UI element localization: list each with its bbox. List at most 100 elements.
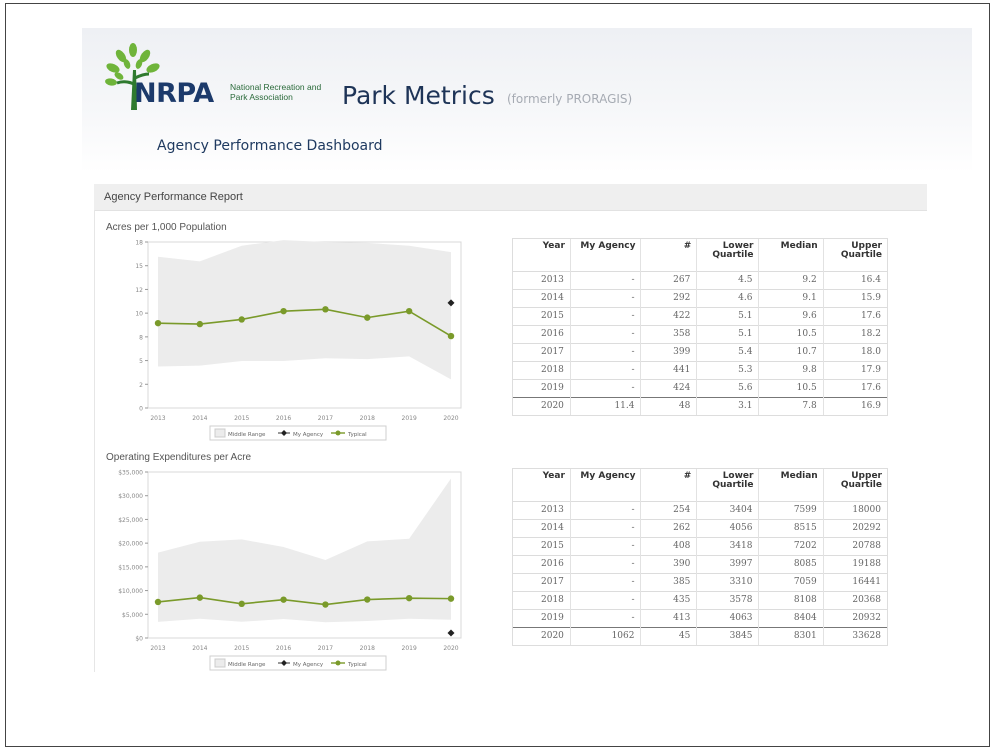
table-cell: 5.1: [696, 324, 759, 343]
table-cell: -: [569, 518, 641, 537]
table-row: 2016-390 3997 8085 19188: [513, 554, 887, 573]
table-row: 2018-441 5.3 9.8 17.9: [513, 360, 887, 379]
table-cell: 267: [640, 270, 697, 289]
y-tick-label: $35,000: [118, 470, 143, 477]
table-cell: 11.4: [569, 396, 641, 415]
table-cell: 2018: [513, 360, 571, 379]
table-cell: 3997: [696, 554, 759, 573]
table-cell: 2017: [513, 572, 571, 591]
col-upper-quartile: Upper Quartile: [822, 469, 887, 501]
table-cell: 2015: [513, 536, 571, 555]
table-cell: 2015: [513, 306, 571, 325]
table-cell: 2020: [513, 396, 571, 415]
table-cell: 2016: [513, 554, 571, 573]
x-tick-label: 2014: [192, 645, 207, 652]
table-cell: 17.9: [822, 360, 887, 379]
table-row: 2019-413 4063 8404 20932: [513, 608, 887, 627]
table-cell: 10.5: [758, 378, 824, 397]
report-title: Agency Performance Report: [104, 191, 243, 203]
x-tick-label: 2015: [234, 645, 249, 652]
acres-table-container: Year My Agency # Lower Quartile Median U…: [512, 238, 888, 416]
table-cell: 9.6: [758, 306, 824, 325]
table-cell: -: [569, 324, 641, 343]
x-tick-label: 2018: [360, 415, 375, 422]
table-cell: 20292: [822, 518, 887, 537]
x-tick-label: 2018: [360, 645, 375, 652]
table-cell: 48: [640, 396, 697, 415]
typical-point: [154, 598, 162, 606]
table-cell: 441: [640, 360, 697, 379]
app-subtitle: (formerly PRORAGIS): [507, 92, 633, 106]
typical-point: [447, 595, 455, 602]
chart-legend: Middle Range My Agency Typical: [209, 655, 387, 671]
table-cell: 3310: [696, 572, 759, 591]
legend-typical-marker: [335, 430, 341, 436]
table-cell: 3845: [696, 626, 759, 645]
table-cell: -: [569, 554, 641, 573]
table-cell: -: [569, 378, 641, 397]
expenditures-table-container: Year My Agency # Lower Quartile Median U…: [512, 468, 888, 646]
col-upper-quartile: Upper Quartile: [822, 239, 887, 271]
col-median: Median: [758, 469, 824, 501]
col-lower-quartile: Lower Quartile: [696, 469, 759, 501]
table-cell: 2018: [513, 590, 571, 609]
table-cell: 4063: [696, 608, 759, 627]
table-cell: 2014: [513, 518, 571, 537]
table-cell: 422: [640, 306, 697, 325]
table-cell: 5.3: [696, 360, 759, 379]
table-row: 2013-267 4.5 9.2 16.4: [513, 270, 887, 289]
table-cell: 16.9: [822, 396, 887, 415]
table-cell: -: [569, 270, 641, 289]
typical-point: [322, 601, 329, 608]
table-cell: 33628: [822, 626, 887, 645]
typical-point: [238, 316, 245, 323]
y-tick-label: $5,000: [122, 612, 143, 619]
table-cell: 5.1: [696, 306, 759, 325]
table-row: 2015-408 3418 7202 20788: [513, 536, 887, 555]
table-row: 2019-424 5.6 10.5 17.6: [513, 378, 887, 397]
legend-typical: Typical: [347, 662, 367, 668]
table-cell: 4.6: [696, 288, 759, 307]
table-cell: -: [569, 590, 641, 609]
table-cell: 2013: [513, 270, 571, 289]
table-cell: 10.5: [758, 324, 824, 343]
legend-typical: Typical: [347, 432, 367, 438]
expenditures-chart: $0 $5,000 $10,000 $15,000 $20,000 $25,000 $30,…: [118, 470, 462, 671]
table-cell: 18.2: [822, 324, 887, 343]
table-cell: 45: [640, 626, 697, 645]
x-tick-label: 2013: [150, 645, 165, 652]
app-title: Park Metrics: [342, 81, 495, 110]
legend-middle-range: Middle Range: [228, 432, 266, 438]
table-cell: 5.6: [696, 378, 759, 397]
typical-point: [447, 332, 455, 340]
table-cell: 17.6: [822, 378, 887, 397]
table-row: 2018-435 3578 8108 20368: [513, 590, 887, 609]
y-tick-label: 10: [135, 311, 143, 318]
table-cell: 4.5: [696, 270, 759, 289]
y-tick-label: $30,000: [118, 493, 143, 500]
nrpa-full-name: National Recreation and Park Association: [230, 82, 322, 102]
table-row: 2013-254 3404 7599 18000: [513, 500, 887, 519]
table-cell: 5.4: [696, 342, 759, 361]
legend-my-agency: My Agency: [293, 432, 324, 438]
table-cell: -: [569, 306, 641, 325]
table-row: 2016-358 5.1 10.5 18.2: [513, 324, 887, 343]
y-tick-label: $10,000: [118, 588, 143, 595]
col-count: #: [640, 239, 697, 271]
table-cell: -: [569, 572, 641, 591]
table-cell: -: [569, 288, 641, 307]
table-cell: 2013: [513, 500, 571, 519]
table-cell: 19188: [822, 554, 887, 573]
table-cell: 408: [640, 536, 697, 555]
table-cell: 435: [640, 590, 697, 609]
typical-point: [196, 594, 204, 601]
table-cell: 16.4: [822, 270, 887, 289]
chart-title-acres: Acres per 1,000 Population: [106, 222, 227, 233]
table-cell: 390: [640, 554, 697, 573]
table-cell: 358: [640, 324, 697, 343]
table-row: 2014-292 4.6 9.1 15.9: [513, 288, 887, 307]
col-year: Year: [542, 471, 565, 481]
table-cell: 2014: [513, 288, 571, 307]
table-cell: 8108: [758, 590, 824, 609]
table-row: 2015-422 5.1 9.6 17.6: [513, 306, 887, 325]
